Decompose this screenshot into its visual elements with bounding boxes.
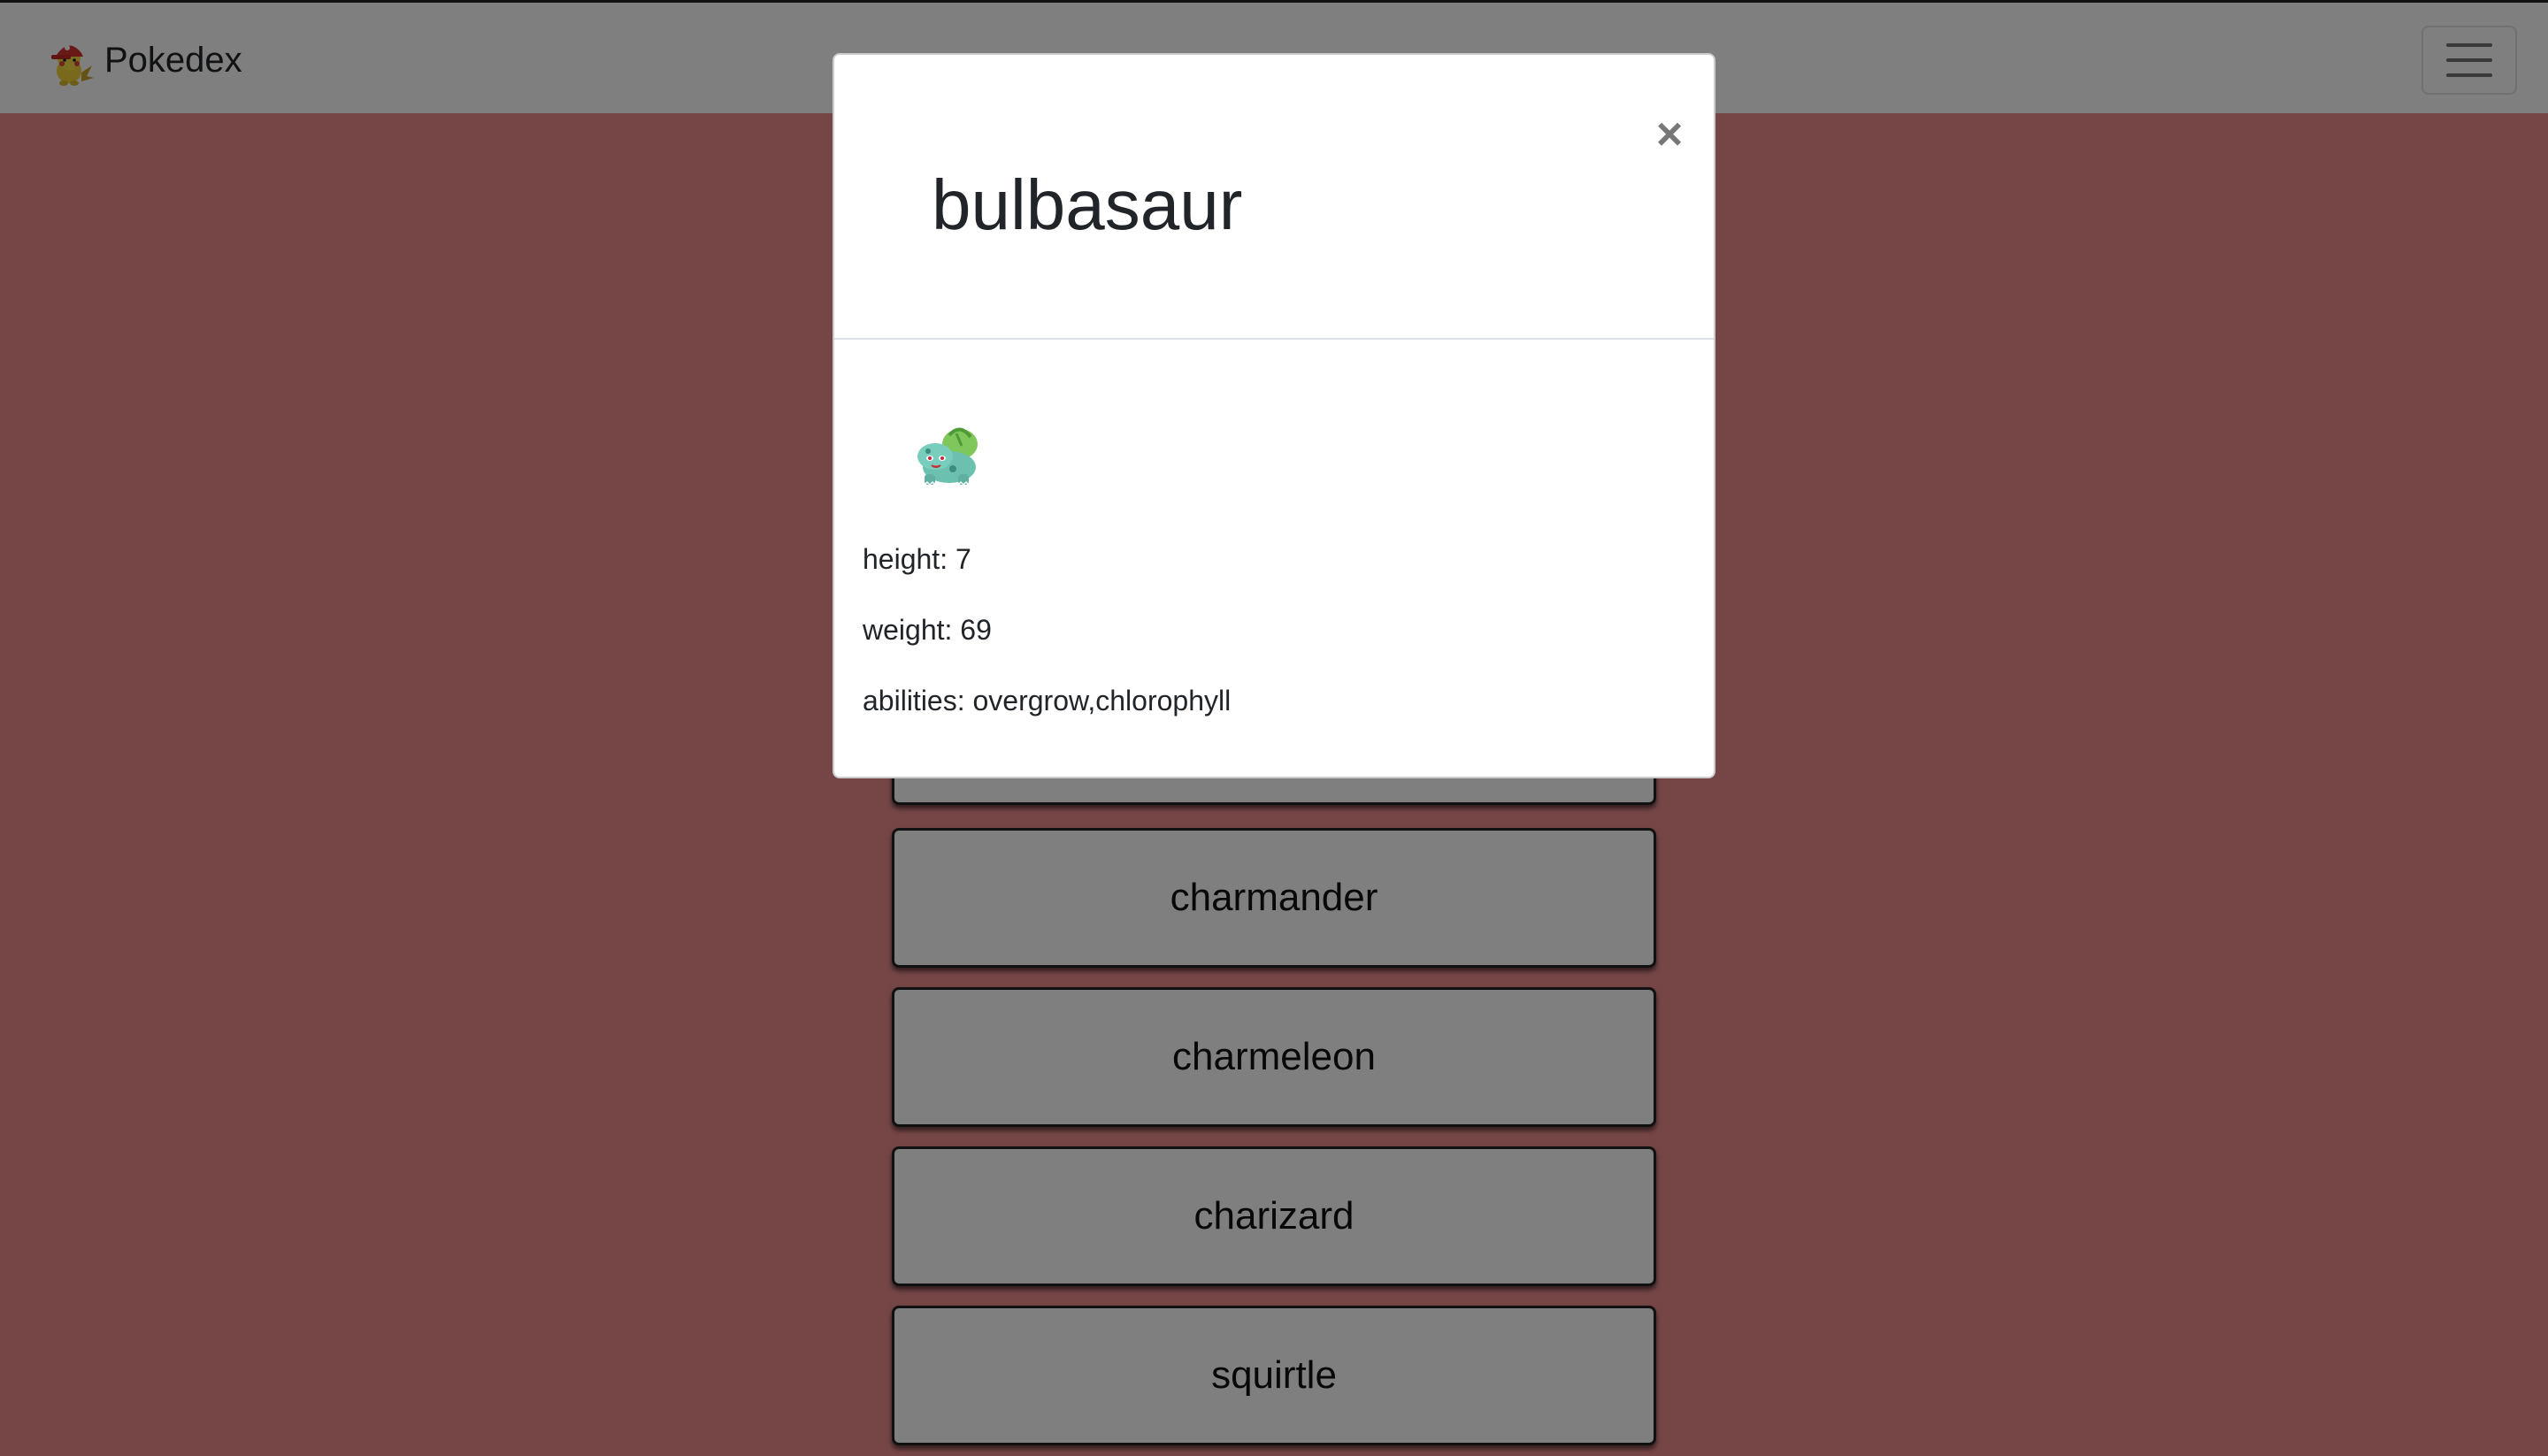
height-stat: height: 7 <box>863 543 971 575</box>
bulbasaur-sprite <box>917 427 978 487</box>
modal-header: bulbasaur × <box>834 55 1714 340</box>
modal-title: bulbasaur <box>932 165 1243 244</box>
pokemon-detail-modal: bulbasaur × height: 7 weight: 69 abiliti… <box>833 53 1715 778</box>
abilities-stat: abilities: overgrow,chlorophyll <box>863 685 1232 717</box>
close-button[interactable]: × <box>1648 109 1691 160</box>
weight-stat: weight: 69 <box>863 614 992 646</box>
close-icon: × <box>1655 109 1684 160</box>
